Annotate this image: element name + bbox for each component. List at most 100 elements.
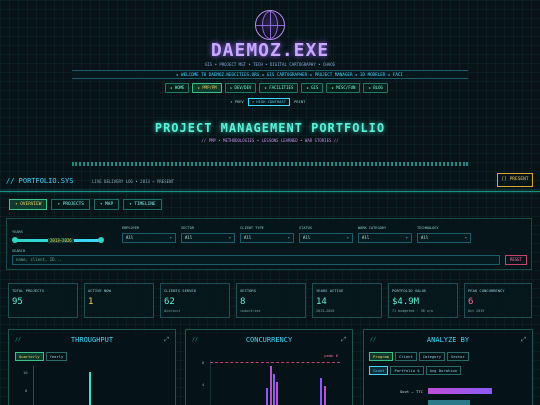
display-options: ◂ PREV ◂ HIGH CONTRAST PRINT <box>230 98 305 106</box>
stat-card: PEAK CONCURRENCY 6 Oct 2019 <box>464 283 532 318</box>
stat-value: 6 <box>468 297 474 307</box>
present-button[interactable]: [] PRESENT <box>497 173 533 187</box>
section-divider <box>0 191 540 192</box>
chart-bar <box>276 382 278 405</box>
expand-icon[interactable]: ⤢ <box>164 336 169 344</box>
filter-label: TECHNOLOGY <box>417 226 439 230</box>
nav-facilities[interactable]: ★ FACILITIES <box>259 83 299 93</box>
stat-sub: 71 budgeted · 38 n/a <box>392 309 433 313</box>
filter-label: SECTOR <box>181 226 194 230</box>
stat-sub: Oct 2019 <box>468 309 485 313</box>
marquee-ticker: ★ WELCOME TO DAEMOZ.NEOCITIES.ORG ★ GIS … <box>72 70 468 79</box>
stat-label: SECTORS <box>240 288 257 293</box>
y-tick: 10 <box>23 370 28 375</box>
stat-value: $4.9M <box>392 297 420 307</box>
stat-sub: industries <box>240 309 261 313</box>
technology-select[interactable]: All <box>417 233 471 243</box>
stat-label: ACTIVE NOW <box>88 288 111 293</box>
nav-misc[interactable]: ★ MISC/FUN <box>326 83 361 93</box>
tab-sector[interactable]: Sector <box>447 352 469 361</box>
chart-bar <box>89 372 91 405</box>
throughput-panel: // THROUGHPUT ⤢ Quarterly Yearly 10 8 <box>8 329 176 405</box>
quarterly-toggle[interactable]: Quarterly <box>15 352 44 361</box>
stat-value: 14 <box>316 297 327 307</box>
nav-blog[interactable]: ★ BLOG <box>363 83 388 93</box>
stat-value: 8 <box>240 297 246 307</box>
chart-bar <box>273 374 275 405</box>
search-label: SEARCH <box>12 249 25 253</box>
filter-label: WORK CATEGORY <box>358 226 387 230</box>
stat-sub: 2013–2026 <box>316 309 335 313</box>
y-tick: 8 <box>25 388 28 393</box>
stat-label: CLIENTS SERVED <box>164 288 197 293</box>
tab-client[interactable]: Client <box>395 352 417 361</box>
tab-projects[interactable]: ✦ PROJECTS <box>51 199 90 210</box>
panel-title: CONCURRENCY <box>245 336 293 344</box>
section-meta: LIVE DELIVERY LOG • 2013 → PRESENT <box>92 179 174 184</box>
nav-pmp[interactable]: ★ PMP/PM <box>192 83 222 93</box>
page-title: PROJECT MANAGEMENT PORTFOLIO <box>154 121 386 135</box>
stat-card: SECTORS 8 industries <box>236 283 306 318</box>
filter-label: STATUS <box>299 226 312 230</box>
work-category-select[interactable]: All <box>358 233 412 243</box>
stat-card: TOTAL PROJECTS 95 <box>8 283 78 318</box>
reset-button[interactable]: RESET <box>505 255 527 265</box>
tab-program[interactable]: Program <box>369 352 394 361</box>
filter-label: CLIENT TYPE <box>240 226 264 230</box>
stat-card: PORTFOLIO VALUE $4.9M 71 budgeted · 38 n… <box>388 283 458 318</box>
bar-label: Govt – TTC <box>400 389 423 394</box>
expand-icon[interactable]: ⤢ <box>341 336 346 344</box>
main-nav: ★ HOME ★ PMP/PM ★ DEV/DEV ★ FACILITIES ★… <box>165 83 388 93</box>
tab-category[interactable]: Category <box>418 352 446 361</box>
nav-gis[interactable]: ★ GIS <box>301 83 324 93</box>
employer-select[interactable]: All <box>122 233 176 243</box>
stat-sub: distinct <box>164 309 181 313</box>
chart-bar <box>428 388 492 394</box>
view-tabs: ✦ OVERVIEW ✦ PROJECTS ✦ MAP ✦ TIMELINE <box>9 199 162 210</box>
expand-icon[interactable]: ⤢ <box>521 336 526 344</box>
high-contrast-toggle[interactable]: ◂ HIGH CONTRAST <box>247 98 291 106</box>
y-tick: 6 <box>202 360 205 365</box>
metric-avg-duration[interactable]: Avg Duration <box>425 366 462 375</box>
status-select[interactable]: All <box>299 233 353 243</box>
search-input[interactable]: name, client, ID... <box>12 255 500 265</box>
site-title: DAEMOZ.EXE <box>210 40 330 61</box>
tab-map[interactable]: ✦ MAP <box>93 199 120 210</box>
tab-timeline[interactable]: ✦ TIMELINE <box>123 199 162 210</box>
site-tagline: GIS • PROJECT MGT • TECH • DIGITAL CARTO… <box>204 62 336 67</box>
yearly-toggle[interactable]: Yearly <box>45 352 68 361</box>
client-type-select[interactable]: All <box>240 233 294 243</box>
stat-card: YEARS ACTIVE 14 2013–2026 <box>312 283 382 318</box>
panel-title: THROUGHPUT <box>70 336 114 344</box>
y-tick: 4 <box>202 382 205 387</box>
years-slider-max-handle[interactable] <box>98 237 104 243</box>
concurrency-chart <box>210 360 326 405</box>
metric-portfolio-value[interactable]: Portfolio $ <box>390 366 424 375</box>
stat-value: 95 <box>12 297 23 307</box>
divider <box>72 162 468 166</box>
print-link[interactable]: PRINT <box>294 98 305 106</box>
nav-home[interactable]: ★ HOME <box>165 83 190 93</box>
years-value: 2013–2026 <box>48 238 74 243</box>
panel-title: ANALYZE BY <box>426 336 470 344</box>
stat-label: PORTFOLIO VALUE <box>392 288 427 293</box>
chart-bar <box>266 388 268 405</box>
section-title: // PORTFOLIO.SYS <box>6 177 74 185</box>
stat-card: CLIENTS SERVED 62 distinct <box>160 283 230 318</box>
stat-label: YEARS ACTIVE <box>316 288 344 293</box>
tab-overview[interactable]: ✦ OVERVIEW <box>9 199 48 210</box>
years-slider-min-handle[interactable] <box>12 237 18 243</box>
stat-label: TOTAL PROJECTS <box>12 288 45 293</box>
prev-link[interactable]: ◂ PREV <box>230 98 244 106</box>
filter-label: EMPLOYER <box>122 226 140 230</box>
chart-bar <box>324 386 326 405</box>
years-label: YEARS <box>12 230 23 234</box>
globe-logo-icon <box>255 10 285 40</box>
chart-bar <box>320 378 322 405</box>
concurrency-panel: // CONCURRENCY ⤢ peak 6 6 4 <box>185 329 353 405</box>
nav-dev[interactable]: ★ DEV/DEV <box>224 83 257 93</box>
analyze-panel: // ANALYZE BY ⤢ Program Client Category … <box>363 329 533 405</box>
sector-select[interactable]: All <box>181 233 235 243</box>
metric-count[interactable]: Count <box>369 366 389 375</box>
stat-card: ACTIVE NOW 1 <box>84 283 154 318</box>
